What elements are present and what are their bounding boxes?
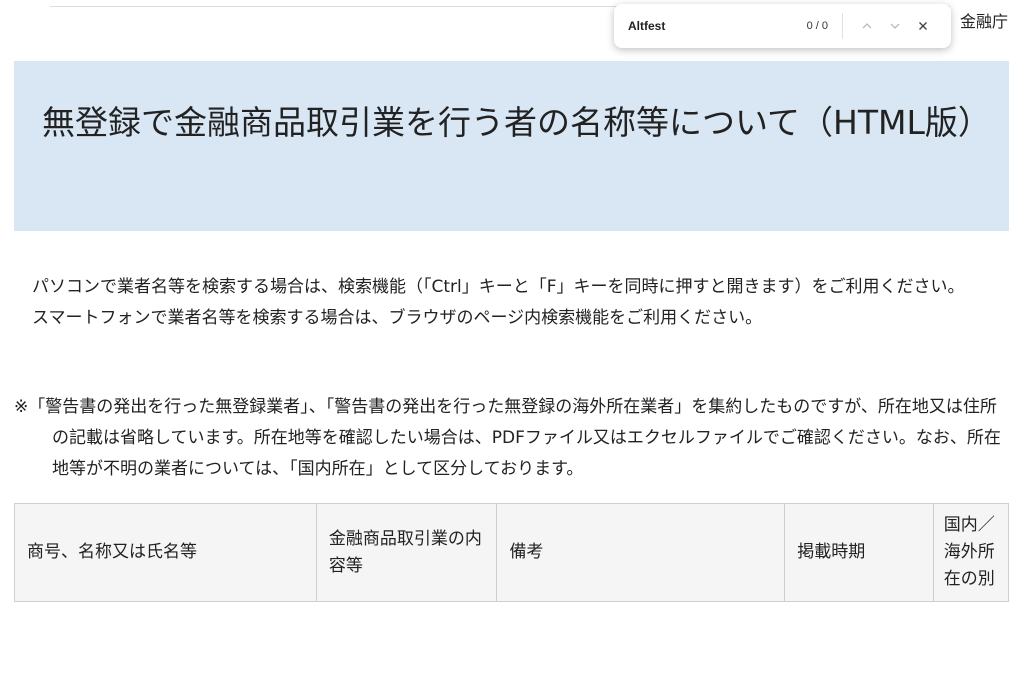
intro-text: パソコンで業者名等を検索する場合は、検索機能（「Ctrl」キーと「F」キーを同時… <box>14 272 1009 334</box>
find-separator <box>842 13 843 39</box>
close-icon <box>919 22 927 30</box>
find-close-button[interactable] <box>909 12 937 40</box>
unregistered-business-table: 商号、名称又は氏名等 金融商品取引業の内容等 備考 掲載時期 国内／海外所在の別 <box>14 503 1010 602</box>
col-header-business-type: 金融商品取引業の内容等 <box>315 503 498 602</box>
title-banner: 無登録で金融商品取引業を行う者の名称等について（HTML版） <box>14 61 1009 231</box>
col-header-remarks: 備考 <box>496 503 786 602</box>
col-header-publication-date: 掲載時期 <box>784 503 934 602</box>
find-previous-button[interactable] <box>853 12 881 40</box>
col-header-name: 商号、名称又は氏名等 <box>14 503 317 602</box>
chevron-up-icon <box>862 23 872 29</box>
col-header-domestic-overseas: 国内／海外所在の別 <box>932 503 1010 602</box>
find-input[interactable] <box>628 19 807 33</box>
find-bar: 0 / 0 <box>614 4 951 48</box>
find-match-count: 0 / 0 <box>806 20 828 32</box>
org-name: 金融庁 <box>959 12 1008 31</box>
page-title: 無登録で金融商品取引業を行う者の名称等について（HTML版） <box>42 103 991 142</box>
table-header-row: 商号、名称又は氏名等 金融商品取引業の内容等 備考 掲載時期 国内／海外所在の別 <box>14 503 1010 602</box>
intro-smartphone-instructions: スマートフォンで業者名等を検索する場合は、ブラウザのページ内検索機能をご利用くだ… <box>32 308 763 328</box>
note-text: ※「警告書の発出を行った無登録業者」、「警告書の発出を行った無登録の海外所在業者… <box>14 397 1001 479</box>
find-next-button[interactable] <box>881 12 909 40</box>
chevron-down-icon <box>890 23 900 29</box>
intro-pc-instructions: パソコンで業者名等を検索する場合は、検索機能（「Ctrl」キーと「F」キーを同時… <box>32 277 965 297</box>
